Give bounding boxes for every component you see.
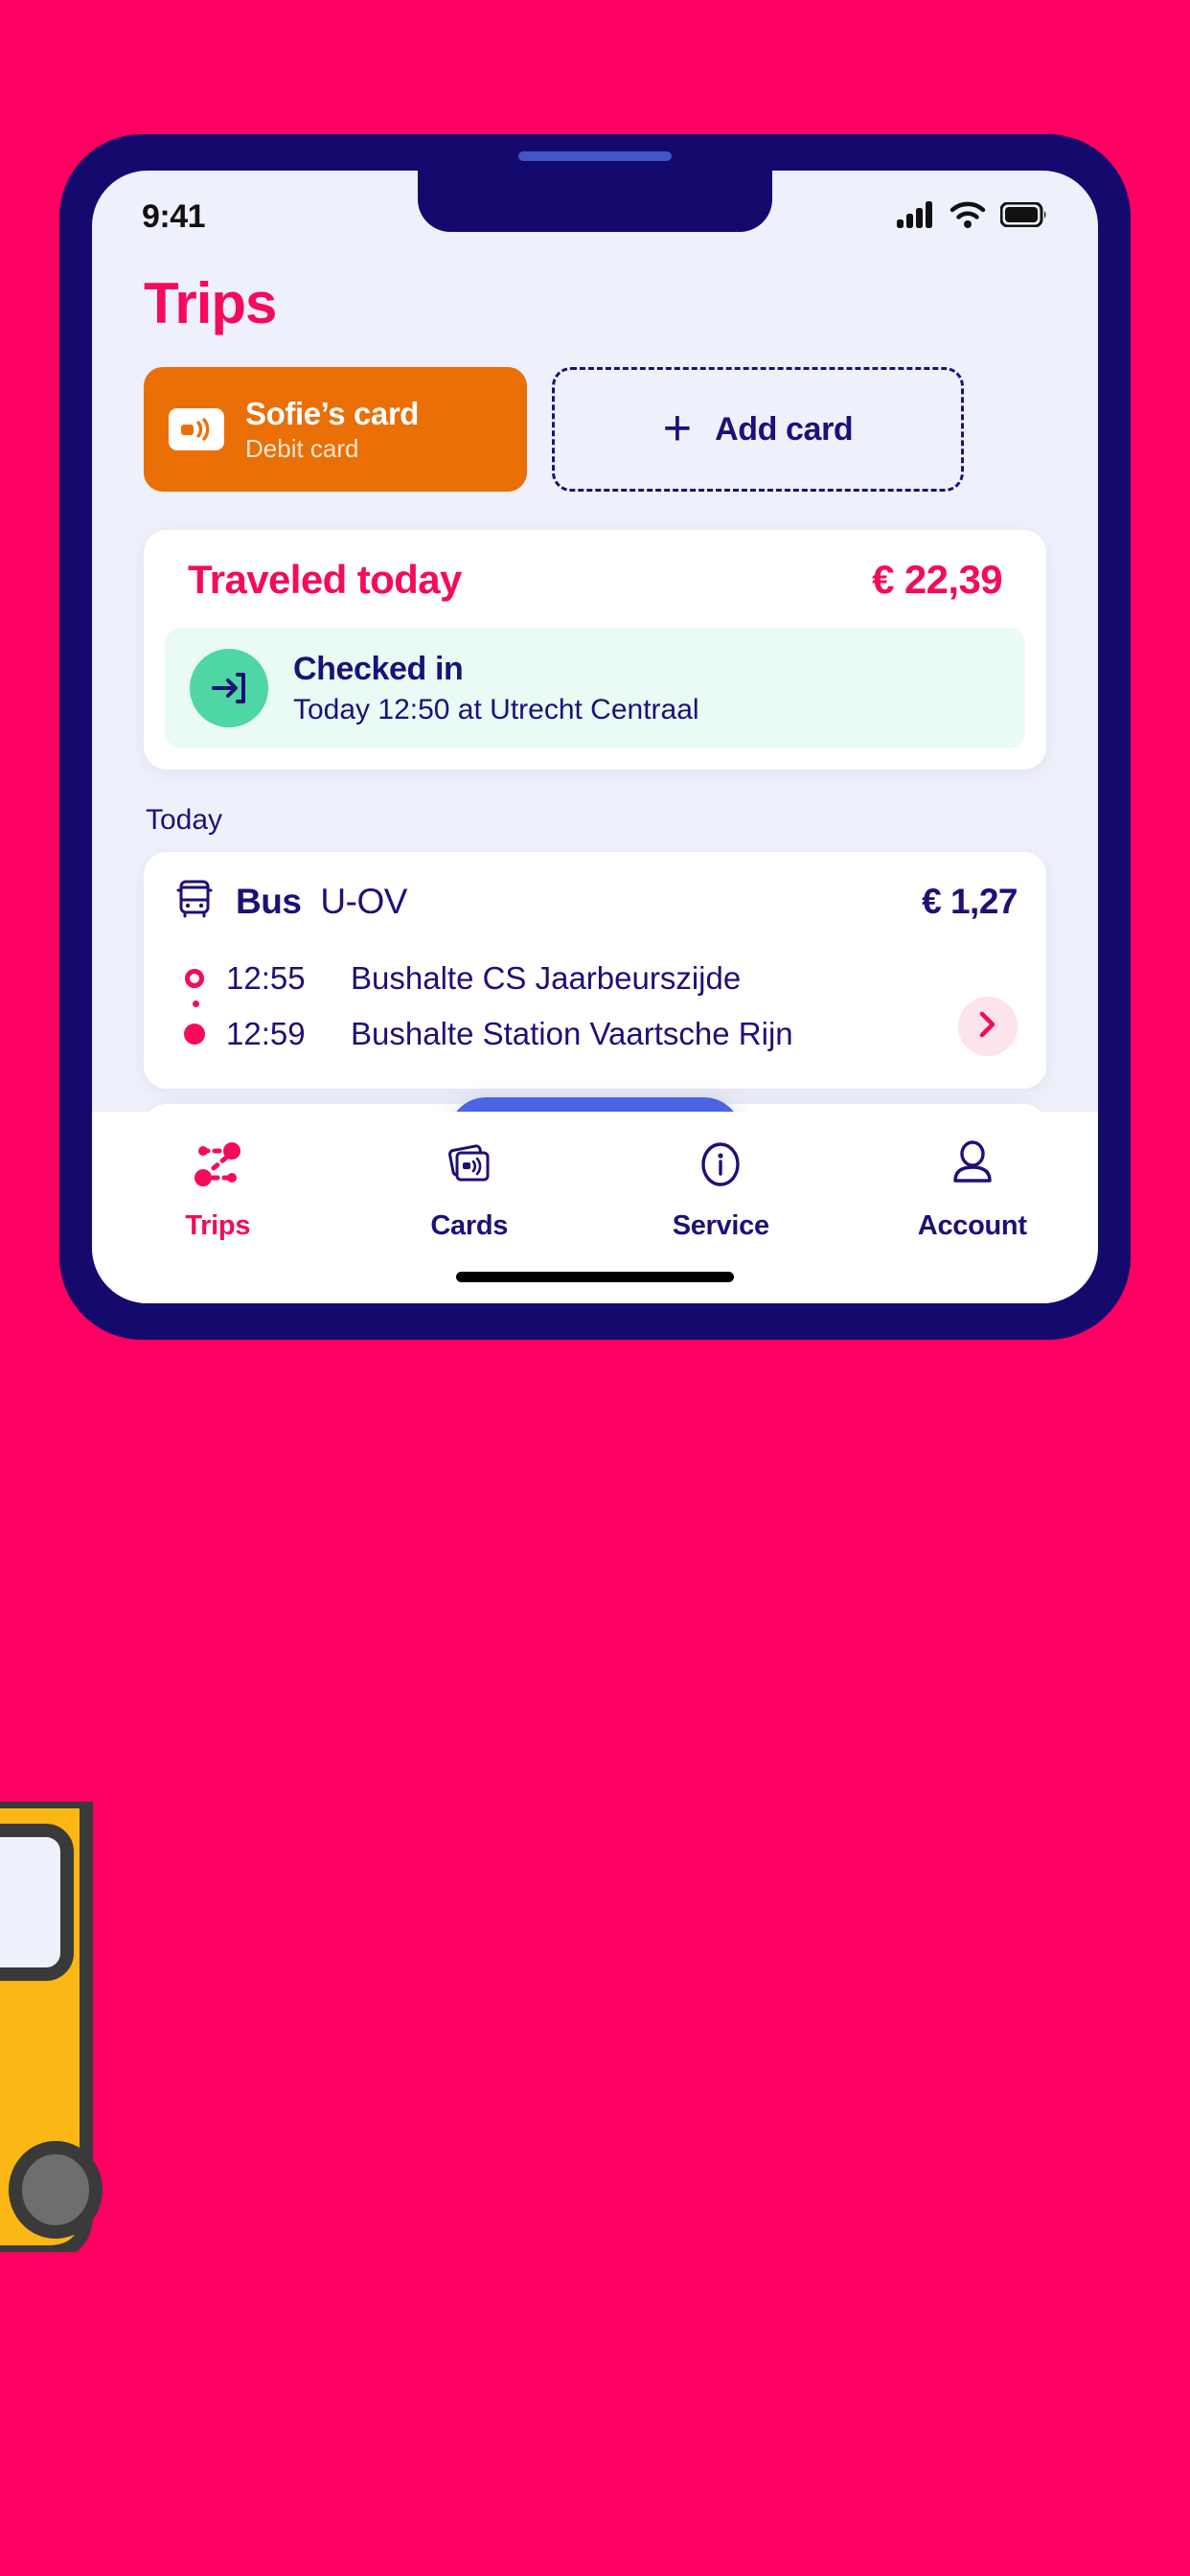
card-selector-row: Sofie’s card Debit card + Add card xyxy=(92,336,1098,492)
nav-item-account[interactable]: Account xyxy=(891,1137,1054,1242)
background-bus-illustration xyxy=(0,1795,134,2300)
trip-stops: 12:55 Bushalte CS Jaarbeurszijde 12:59 B… xyxy=(172,951,1018,1062)
nav-item-cards[interactable]: Cards xyxy=(388,1137,551,1242)
trip-mode: Bus xyxy=(236,881,302,921)
stop-name: Bushalte CS Jaarbeurszijde xyxy=(351,960,742,996)
nav-label-trips: Trips xyxy=(185,1210,251,1241)
trip-price: € 1,27 xyxy=(922,881,1018,921)
stop-marker-hollow-icon xyxy=(182,969,207,988)
bus-icon xyxy=(172,877,217,926)
phone-frame: 9:41 Trips Sofie’s card Debit card + Add… xyxy=(59,134,1131,1340)
stop-time: 12:55 xyxy=(226,960,306,996)
page-title: Trips xyxy=(144,271,277,335)
trip-card-bus[interactable]: Bus U-OV € 1,27 12:55 Bushalte CS Jaarbe… xyxy=(144,852,1046,1089)
contactless-card-icon xyxy=(169,408,224,450)
trip-operator: U-OV xyxy=(320,881,407,921)
battery-full-icon xyxy=(999,201,1048,232)
day-header-today: Today xyxy=(146,804,223,836)
check-in-arrow-icon xyxy=(190,649,268,727)
traveled-today-label: Traveled today xyxy=(188,557,462,602)
check-in-status-row[interactable]: Checked in Today 12:50 at Utrecht Centra… xyxy=(165,628,1025,748)
traveled-today-header: Traveled today € 22,39 xyxy=(165,557,1025,603)
home-indicator xyxy=(456,1272,734,1282)
check-in-subtitle: Today 12:50 at Utrecht Centraal xyxy=(293,693,699,725)
trip-detail-chevron-button[interactable] xyxy=(958,997,1018,1056)
nav-item-trips[interactable]: Trips xyxy=(136,1137,299,1242)
traveled-today-card: Traveled today € 22,39 Checked in Today … xyxy=(144,530,1046,770)
info-circle-icon xyxy=(693,1137,748,1197)
cards-stack-icon xyxy=(442,1137,497,1197)
nav-label-account: Account xyxy=(917,1210,1027,1241)
traveled-today-amount: € 22,39 xyxy=(872,557,1003,602)
stop-time: 12:59 xyxy=(226,1016,306,1051)
trip-stop-arrival: 12:59 Bushalte Station Vaartsche Rijn xyxy=(182,1006,1018,1062)
plus-icon: + xyxy=(662,401,693,457)
screen-notch xyxy=(418,171,772,232)
person-icon xyxy=(945,1137,1000,1197)
nav-item-service[interactable]: Service xyxy=(639,1137,802,1242)
selected-card-name: Sofie’s card xyxy=(245,395,420,431)
phone-screen: 9:41 Trips Sofie’s card Debit card + Add… xyxy=(92,171,1098,1303)
selected-card-tile[interactable]: Sofie’s card Debit card xyxy=(144,367,527,492)
add-card-button[interactable]: + Add card xyxy=(552,367,964,492)
phone-speaker xyxy=(518,151,672,161)
stop-connector-dots xyxy=(192,1000,199,1039)
status-icon-group xyxy=(897,200,1048,233)
add-card-label: Add card xyxy=(715,410,854,448)
wifi-icon xyxy=(950,201,986,233)
chevron-right-icon xyxy=(977,1010,998,1044)
route-dots-icon xyxy=(190,1137,245,1197)
trip-stop-departure: 12:55 Bushalte CS Jaarbeurszijde xyxy=(182,951,1018,1006)
selected-card-type: Debit card xyxy=(245,433,359,463)
nav-label-service: Service xyxy=(672,1210,769,1241)
trip-header: Bus U-OV € 1,27 xyxy=(172,877,1018,926)
cellular-signal-icon xyxy=(897,200,935,233)
check-in-title: Checked in xyxy=(293,650,464,687)
stop-name: Bushalte Station Vaartsche Rijn xyxy=(351,1016,793,1051)
nav-label-cards: Cards xyxy=(430,1210,509,1241)
status-clock: 9:41 xyxy=(142,197,206,235)
